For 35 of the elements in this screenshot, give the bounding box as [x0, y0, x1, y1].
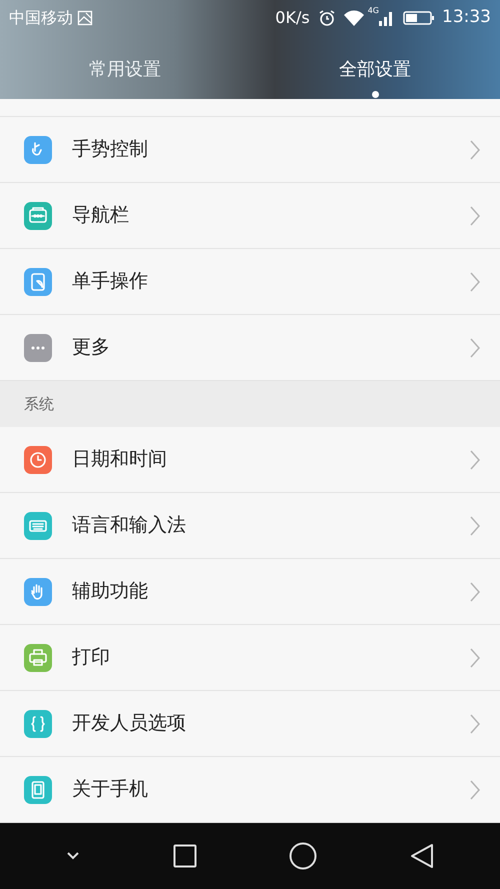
- chevron-right-icon: [470, 140, 480, 160]
- item-label: 关于手机: [72, 777, 149, 802]
- image-icon: [77, 10, 93, 26]
- tab[interactable]: 全部设置: [250, 36, 500, 100]
- battery-icon: [403, 10, 435, 26]
- section-header: 系统: [0, 381, 500, 428]
- circle-icon[interactable]: [289, 842, 318, 870]
- chevron-right-icon: [470, 714, 480, 734]
- alarm-icon: [318, 9, 336, 27]
- clock-time: 13:33: [442, 6, 491, 30]
- item-label: 辅助功能: [72, 579, 149, 604]
- chevron-down-icon[interactable]: [66, 851, 80, 862]
- chevron-right-icon: [470, 338, 480, 358]
- carrier-name: 中国移动: [9, 7, 73, 29]
- chevron-right-icon: [470, 780, 480, 800]
- item-label: 导航栏: [72, 203, 130, 228]
- square-icon[interactable]: [172, 844, 197, 868]
- chevron-right-icon: [470, 450, 480, 470]
- wifi-icon: [342, 9, 365, 27]
- chevron-right-icon: [470, 582, 480, 602]
- item-label: 打印: [72, 645, 111, 670]
- chevron-right-icon: [470, 516, 480, 536]
- chevron-right-icon: [470, 648, 480, 668]
- chevron-right-icon: [470, 272, 480, 292]
- back-triangle-icon[interactable]: [410, 843, 434, 870]
- network-speed: 0K/s: [275, 7, 310, 29]
- signal-icon: [379, 10, 393, 26]
- item-label: 日期和时间: [72, 447, 168, 472]
- item-label: 更多: [72, 335, 111, 360]
- item-label: 手势控制: [72, 137, 149, 162]
- network-type: 4G: [368, 5, 379, 17]
- item-label: 语言和输入法: [72, 513, 187, 538]
- chevron-right-icon: [470, 206, 480, 226]
- item-label: 单手操作: [72, 269, 149, 294]
- item-label: 开发人员选项: [72, 711, 187, 736]
